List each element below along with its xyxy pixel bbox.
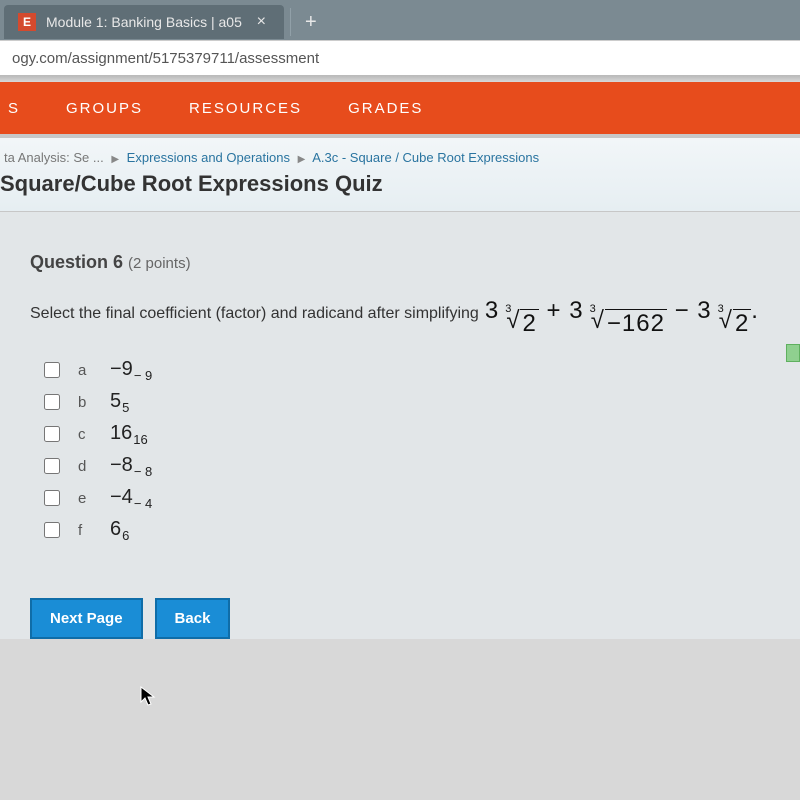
breadcrumb-arrow-icon: ▶ xyxy=(107,154,123,165)
address-bar[interactable]: ogy.com/assignment/5175379711/assessment xyxy=(0,40,800,76)
breadcrumb-arrow-icon: ▶ xyxy=(294,154,310,165)
term2-index: 3 xyxy=(590,303,597,315)
option-checkbox-b[interactable] xyxy=(44,394,60,410)
term3-coef: 3 xyxy=(697,297,711,324)
option-value: −9− 9 xyxy=(110,358,152,383)
url-text: ogy.com/assignment/5175379711/assessment xyxy=(12,50,319,67)
breadcrumb-seg-1[interactable]: Expressions and Operations xyxy=(127,150,290,165)
math-expression: 33√2 + 33√−162 − 33√2. xyxy=(485,297,759,338)
question-label: Question 6 xyxy=(30,252,123,272)
browser-chrome: E Module 1: Banking Basics | a05 × + ogy… xyxy=(0,0,800,76)
tab-title: Module 1: Banking Basics | a05 xyxy=(46,14,242,30)
plus-sign: + xyxy=(539,297,569,324)
tab-close-icon[interactable]: × xyxy=(253,13,270,31)
question-prompt: Select the final coefficient (factor) an… xyxy=(30,297,800,338)
term1-radicand: 2 xyxy=(520,309,538,338)
mouse-cursor-icon xyxy=(140,686,156,708)
option-checkbox-f[interactable] xyxy=(44,522,60,538)
answer-options: a −9− 9 b 55 c 1616 d −8− 8 e −4− 4 f 66 xyxy=(44,354,800,546)
tab-bar: E Module 1: Banking Basics | a05 × + xyxy=(0,0,800,40)
term2-coef: 3 xyxy=(569,297,583,324)
option-row-f[interactable]: f 66 xyxy=(44,514,800,546)
term3-radicand: 2 xyxy=(733,309,751,338)
option-checkbox-d[interactable] xyxy=(44,458,60,474)
option-checkbox-e[interactable] xyxy=(44,490,60,506)
page-subheader: ta Analysis: Se ... ▶ Expressions and Op… xyxy=(0,138,800,212)
option-letter: c xyxy=(78,426,92,443)
breadcrumb-seg-2[interactable]: A.3c - Square / Cube Root Expressions xyxy=(312,150,539,165)
option-row-d[interactable]: d −8− 8 xyxy=(44,450,800,482)
question-points: (2 points) xyxy=(128,255,191,272)
option-value: 66 xyxy=(110,518,129,543)
option-value: −8− 8 xyxy=(110,454,152,479)
option-row-a[interactable]: a −9− 9 xyxy=(44,354,800,386)
nav-item-resources[interactable]: RESOURCES xyxy=(189,100,302,117)
breadcrumb-seg-0[interactable]: ta Analysis: Se ... xyxy=(4,150,104,165)
option-row-c[interactable]: c 1616 xyxy=(44,418,800,450)
tab-favicon: E xyxy=(18,13,36,31)
option-letter: f xyxy=(78,522,92,539)
option-letter: b xyxy=(78,394,92,411)
option-value: 1616 xyxy=(110,422,148,447)
term2-radicand: −162 xyxy=(605,309,667,338)
term3-index: 3 xyxy=(718,303,725,315)
option-letter: a xyxy=(78,362,92,379)
option-value: −4− 4 xyxy=(110,486,152,511)
math-trailing: . xyxy=(751,297,759,324)
nav-buttons: Next Page Back xyxy=(30,598,800,639)
back-button[interactable]: Back xyxy=(155,598,231,639)
nav-item-groups[interactable]: GROUPS xyxy=(66,100,143,117)
next-page-button[interactable]: Next Page xyxy=(30,598,143,639)
top-nav-bar: S GROUPS RESOURCES GRADES xyxy=(0,82,800,138)
option-checkbox-c[interactable] xyxy=(44,426,60,442)
option-letter: e xyxy=(78,490,92,507)
prompt-text: Select the final coefficient (factor) an… xyxy=(30,305,479,323)
new-tab-button[interactable]: + xyxy=(290,8,331,36)
question-heading: Question 6 (2 points) xyxy=(30,252,800,273)
correct-indicator xyxy=(786,344,800,362)
option-letter: d xyxy=(78,458,92,475)
option-row-b[interactable]: b 55 xyxy=(44,386,800,418)
minus-sign: − xyxy=(667,297,697,324)
option-row-e[interactable]: e −4− 4 xyxy=(44,482,800,514)
question-area: Question 6 (2 points) Select the final c… xyxy=(0,212,800,639)
breadcrumb: ta Analysis: Se ... ▶ Expressions and Op… xyxy=(0,150,800,165)
option-value: 55 xyxy=(110,390,129,415)
browser-tab[interactable]: E Module 1: Banking Basics | a05 × xyxy=(4,5,284,39)
nav-item-grades[interactable]: GRADES xyxy=(348,100,423,117)
page-title: Square/Cube Root Expressions Quiz xyxy=(0,165,800,197)
term1-coef: 3 xyxy=(485,297,499,324)
option-checkbox-a[interactable] xyxy=(44,362,60,378)
nav-item-cut[interactable]: S xyxy=(8,100,20,117)
term1-index: 3 xyxy=(505,303,512,315)
